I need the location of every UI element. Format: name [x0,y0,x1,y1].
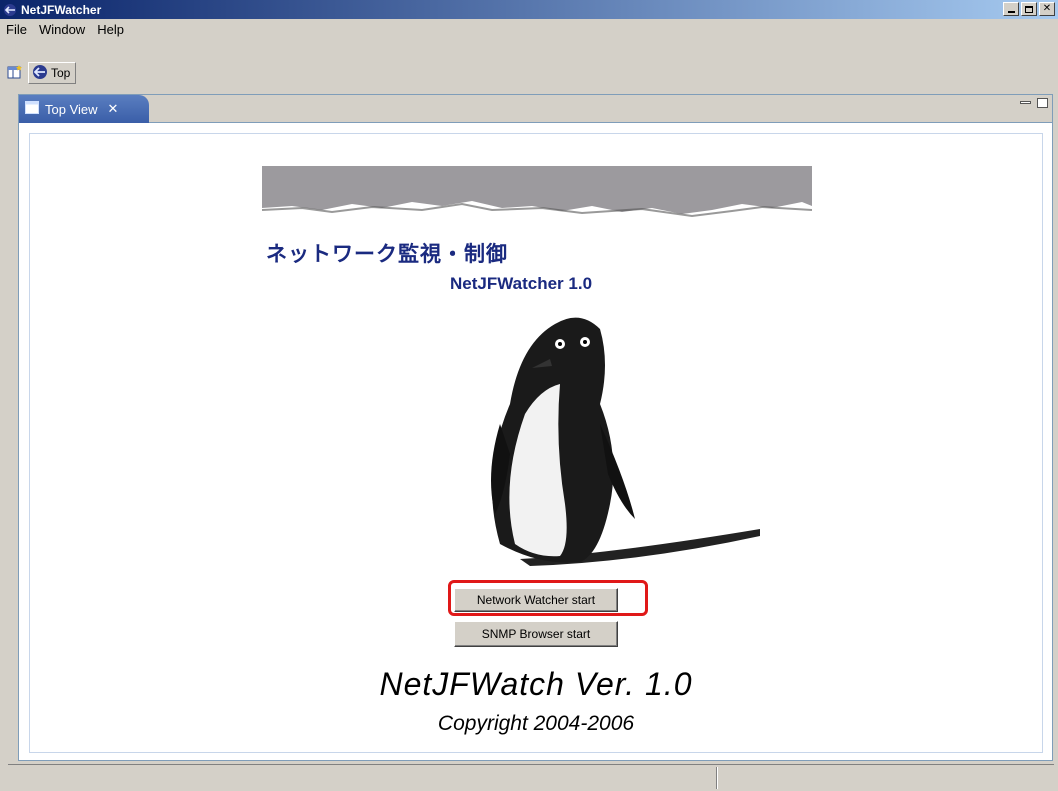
maximize-icon [1025,5,1033,13]
status-divider [716,767,718,789]
footer-copyright: Copyright 2004-2006 [437,712,635,735]
minimize-view-icon[interactable] [1020,101,1031,104]
perspective-top-button[interactable]: Top [28,62,77,84]
maximize-button[interactable] [1021,2,1037,16]
view-tab-bar: Top View ✕ [19,95,1052,123]
close-button[interactable]: ✕ [1039,2,1055,16]
tab-top-view[interactable]: Top View ✕ [19,95,149,123]
toolbar: Top [4,62,77,84]
menu-bar: File Window Help [0,19,1058,39]
minimize-icon [1007,11,1015,13]
close-icon[interactable]: ✕ [108,102,119,117]
title-bar: NetJFWatcher ✕ [0,0,1058,19]
menu-file[interactable]: File [0,22,33,37]
top-view: Top View ✕ ネットワーク監視・制御 NetJFWatcher 1.0 … [18,94,1053,761]
view-icon [25,101,39,117]
window-title: NetJFWatcher [21,2,102,17]
footer-title: NetJFWatch Ver. 1.0 [379,666,693,702]
app-name-label: NetJFWatcher 1.0 [450,274,593,293]
landscape-banner-image [262,166,812,226]
penguin-image [491,317,760,566]
content-area: ネットワーク監視・制御 NetJFWatcher 1.0 Network Wat… [29,133,1043,753]
menu-window[interactable]: Window [33,22,91,37]
status-bar [8,764,1054,789]
snmp-browser-start-button[interactable]: SNMP Browser start [454,621,618,647]
network-watcher-start-button[interactable]: Network Watcher start [454,588,618,612]
japanese-title: ネットワーク監視・制御 [266,242,508,266]
menu-help[interactable]: Help [91,22,130,37]
open-perspective-button[interactable] [4,62,26,84]
close-icon: ✕ [1042,3,1052,14]
perspective-label: Top [51,66,71,80]
open-perspective-icon [7,64,23,83]
app-icon [32,64,48,83]
maximize-view-icon[interactable] [1037,98,1048,108]
tab-label: Top View [45,101,98,117]
app-icon [2,2,18,18]
minimize-button[interactable] [1003,2,1019,16]
